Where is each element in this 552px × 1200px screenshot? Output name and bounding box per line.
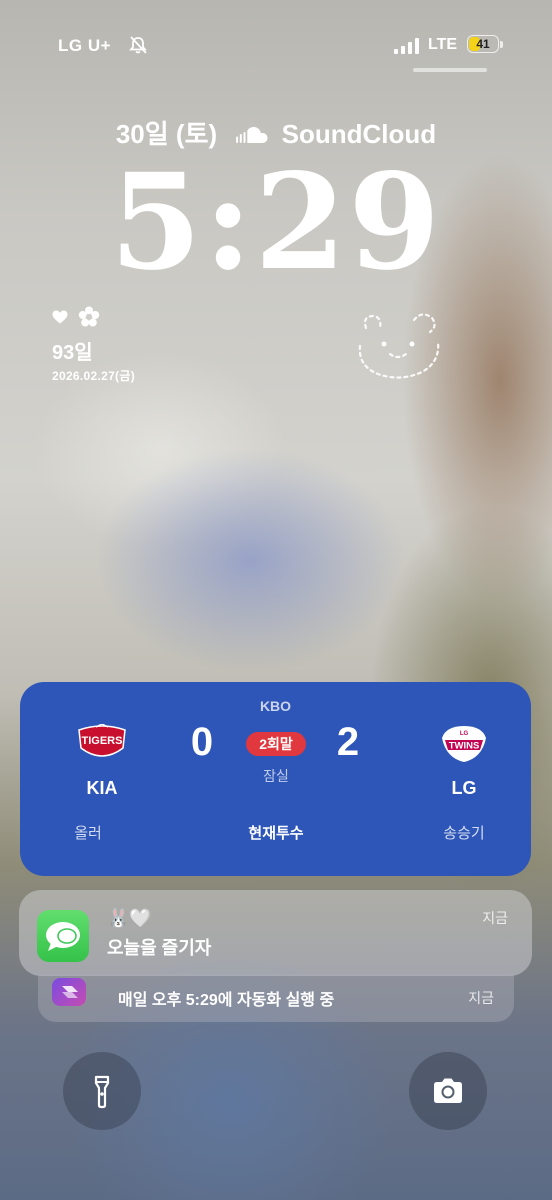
dday-widget[interactable]: 93일 2026.02.27(금) (52, 306, 135, 384)
dday-date: 2026.02.27(금) (52, 369, 135, 383)
heart-icon (52, 310, 68, 324)
bell-muted-icon (129, 36, 147, 54)
kbo-live-activity[interactable]: KBO TIGERS KIA 0 2회말 잠실 2 LG TWINS LG 올러… (20, 682, 531, 876)
shortcuts-notification-body: 매일 오후 5:29에 자동화 실행 중 (118, 992, 335, 1009)
svg-text:TWINS: TWINS (449, 741, 480, 752)
doodle-face-icon (358, 313, 440, 379)
control-center-grabber[interactable] (413, 68, 487, 72)
notification-body: 오늘을 즐기자 (107, 938, 212, 958)
battery-indicator: 41 (467, 35, 505, 55)
away-team-score: 2 (336, 720, 360, 764)
home-team-score: 0 (190, 720, 214, 764)
home-pitcher: 올러 (74, 825, 102, 842)
message-notification[interactable]: 🐰🤍 오늘을 즐기자 지금 (19, 890, 532, 976)
camera-button[interactable] (409, 1052, 487, 1130)
carrier-label: LG U+ (58, 36, 112, 55)
flashlight-button[interactable] (63, 1052, 141, 1130)
away-pitcher: 송승기 (443, 825, 485, 842)
notification-title: 🐰🤍 (107, 908, 152, 928)
home-team-name: KIA (86, 778, 118, 798)
shortcuts-notification[interactable]: 매일 오후 5:29에 자동화 실행 중 지금 (38, 974, 514, 1022)
flashlight-icon (94, 1075, 110, 1109)
svg-text:LG: LG (460, 731, 469, 737)
shortcuts-notification-time: 지금 (468, 990, 494, 1006)
flower-icon (78, 306, 100, 327)
camera-icon (434, 1078, 462, 1103)
status-bar: LG U+ LTE 41 (0, 30, 552, 60)
soundcloud-icon (236, 127, 268, 143)
away-team-name: LG (451, 778, 477, 798)
kia-tigers-logo: TIGERS (78, 724, 126, 757)
lock-clock: 5:29 (109, 145, 443, 300)
signal-icon (394, 38, 419, 54)
lg-twins-logo: LG TWINS (442, 726, 486, 762)
messages-app-icon (37, 910, 89, 962)
current-pitcher-label: 현재투수 (248, 825, 304, 842)
league-label: KBO (259, 698, 292, 714)
dday-count: 93일 (52, 342, 93, 364)
notification-time: 지금 (482, 910, 508, 926)
shortcuts-app-icon (52, 978, 86, 1006)
stadium-label: 잠실 (263, 768, 289, 784)
network-type: LTE (428, 36, 458, 53)
inning-badge: 2회말 (246, 732, 306, 756)
battery-percent: 41 (476, 37, 490, 51)
svg-text:TIGERS: TIGERS (82, 735, 123, 747)
